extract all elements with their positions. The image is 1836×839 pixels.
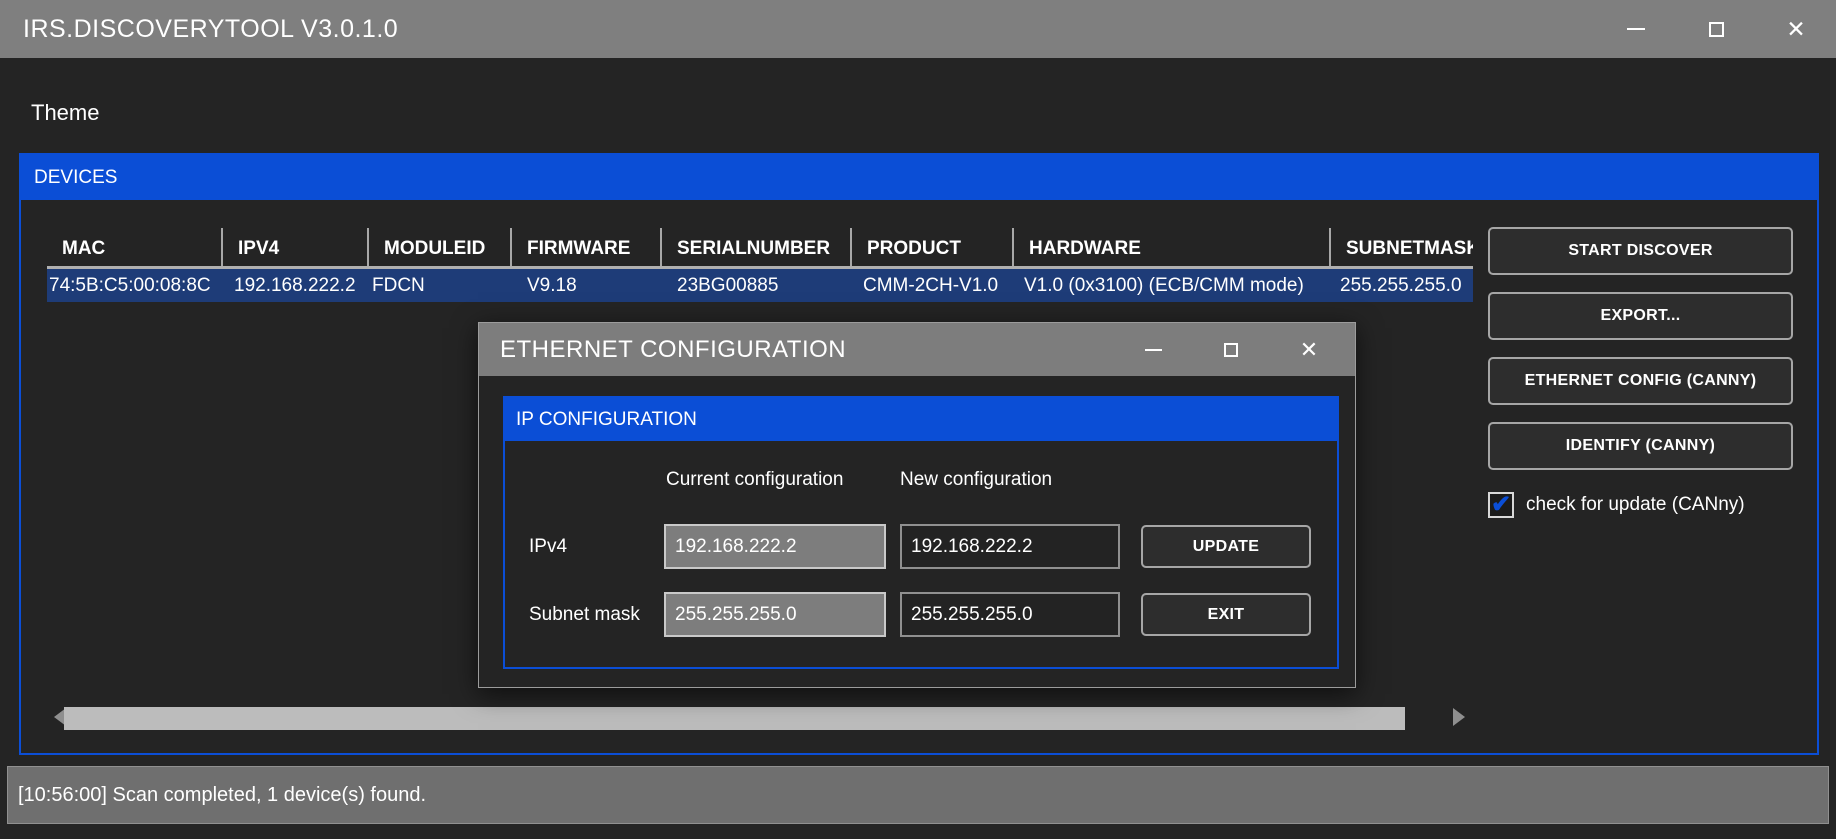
column-header-firmware[interactable]: FIRMWARE	[512, 228, 662, 266]
window-titlebar: IRS.DISCOVERYTOOL V3.0.1.0 ✕	[0, 0, 1836, 58]
dialog-maximize-icon	[1224, 343, 1238, 357]
menu-item-theme[interactable]: Theme	[31, 92, 99, 134]
ip-configuration-title: IP CONFIGURATION	[516, 409, 697, 430]
cell-serialnumber: 23BG00885	[662, 269, 852, 302]
subnet-mask-label: Subnet mask	[529, 592, 640, 637]
column-header-serialnumber[interactable]: SERIALNUMBER	[662, 228, 852, 266]
maximize-icon	[1709, 22, 1724, 37]
dialog-minimize-button[interactable]	[1114, 323, 1192, 376]
cell-firmware: V9.18	[512, 269, 662, 302]
dialog-close-icon: ✕	[1300, 339, 1318, 361]
cell-product: CMM-2CH-V1.0	[852, 269, 1014, 302]
scrollbar-right-arrow-icon[interactable]	[1453, 708, 1465, 726]
cell-subnetmask: 255.255.255.0	[1331, 269, 1473, 302]
dialog-minimize-icon	[1145, 349, 1162, 351]
cell-moduleid: FDCN	[369, 269, 512, 302]
devices-table-header: MAC IPV4 MODULEID FIRMWARE SERIALNUMBER …	[47, 228, 1473, 266]
column-header-mac[interactable]: MAC	[47, 228, 223, 266]
start-discover-button[interactable]: START DISCOVER	[1488, 227, 1793, 275]
ethernet-configuration-dialog: ETHERNET CONFIGURATION ✕ IP CONFIGURATIO…	[478, 322, 1356, 688]
ipv4-current-field	[664, 524, 886, 569]
check-for-update-checkbox[interactable]: ✔ check for update (CANny)	[1488, 492, 1745, 518]
devices-table: MAC IPV4 MODULEID FIRMWARE SERIALNUMBER …	[47, 228, 1473, 302]
dialog-titlebar: ETHERNET CONFIGURATION ✕	[479, 323, 1355, 376]
column-header-hardware[interactable]: HARDWARE	[1014, 228, 1331, 266]
window-title: IRS.DISCOVERYTOOL V3.0.1.0	[23, 0, 398, 58]
subnet-mask-current-field	[664, 592, 886, 637]
close-icon: ✕	[1786, 18, 1805, 41]
update-button[interactable]: UPDATE	[1141, 525, 1311, 568]
app-window: IRS.DISCOVERYTOOL V3.0.1.0 ✕ Theme DEVIC…	[0, 0, 1836, 839]
checkbox-label: check for update (CANny)	[1526, 494, 1745, 516]
column-header-product[interactable]: PRODUCT	[852, 228, 1014, 266]
ip-configuration-header: IP CONFIGURATION	[505, 398, 1337, 441]
device-row-selected[interactable]: 74:5B:C5:00:08:8C 192.168.222.2 FDCN V9.…	[47, 266, 1473, 302]
cell-ipv4: 192.168.222.2	[223, 269, 369, 302]
dialog-title: ETHERNET CONFIGURATION	[500, 323, 846, 376]
devices-panel-title: DEVICES	[34, 167, 117, 188]
export-button[interactable]: EXPORT...	[1488, 292, 1793, 340]
ipv4-row: IPv4 UPDATE	[505, 524, 1337, 569]
horizontal-scrollbar-thumb[interactable]	[64, 707, 1405, 730]
minimize-button[interactable]	[1596, 0, 1676, 58]
ip-configuration-content: Current configuration New configuration …	[505, 441, 1337, 667]
maximize-button[interactable]	[1676, 0, 1756, 58]
status-text: [10:56:00] Scan completed, 1 device(s) f…	[18, 784, 426, 806]
ipv4-label: IPv4	[529, 524, 567, 569]
dialog-body: IP CONFIGURATION Current configuration N…	[479, 376, 1355, 689]
status-bar: [10:56:00] Scan completed, 1 device(s) f…	[7, 766, 1829, 824]
menu-bar: Theme	[0, 92, 1836, 134]
dialog-window-controls: ✕	[1114, 323, 1348, 376]
ipv4-new-field[interactable]	[900, 524, 1120, 569]
ip-configuration-panel: IP CONFIGURATION Current configuration N…	[503, 396, 1339, 669]
minimize-icon	[1627, 28, 1645, 30]
ethernet-config-button[interactable]: ETHERNET CONFIG (CANNY)	[1488, 357, 1793, 405]
exit-button[interactable]: EXIT	[1141, 593, 1311, 636]
column-header-ipv4[interactable]: IPV4	[223, 228, 369, 266]
column-header-moduleid[interactable]: MODULEID	[369, 228, 512, 266]
cell-hardware: V1.0 (0x3100) (ECB/CMM mode)	[1014, 269, 1331, 302]
close-button[interactable]: ✕	[1756, 0, 1836, 58]
subnet-mask-new-field[interactable]	[900, 592, 1120, 637]
new-configuration-column-label: New configuration	[900, 469, 1052, 495]
column-header-subnetmask[interactable]: SUBNETMASK	[1331, 228, 1473, 266]
current-configuration-column-label: Current configuration	[666, 469, 843, 495]
cell-mac: 74:5B:C5:00:08:8C	[47, 269, 223, 302]
dialog-close-button[interactable]: ✕	[1270, 323, 1348, 376]
identify-button[interactable]: IDENTIFY (CANNY)	[1488, 422, 1793, 470]
checkmark-icon: ✔	[1491, 492, 1511, 518]
dialog-maximize-button[interactable]	[1192, 323, 1270, 376]
subnet-mask-row: Subnet mask EXIT	[505, 592, 1337, 637]
checkbox-box: ✔	[1488, 492, 1514, 518]
window-controls: ✕	[1596, 0, 1836, 58]
devices-panel-header: DEVICES	[21, 155, 1817, 200]
